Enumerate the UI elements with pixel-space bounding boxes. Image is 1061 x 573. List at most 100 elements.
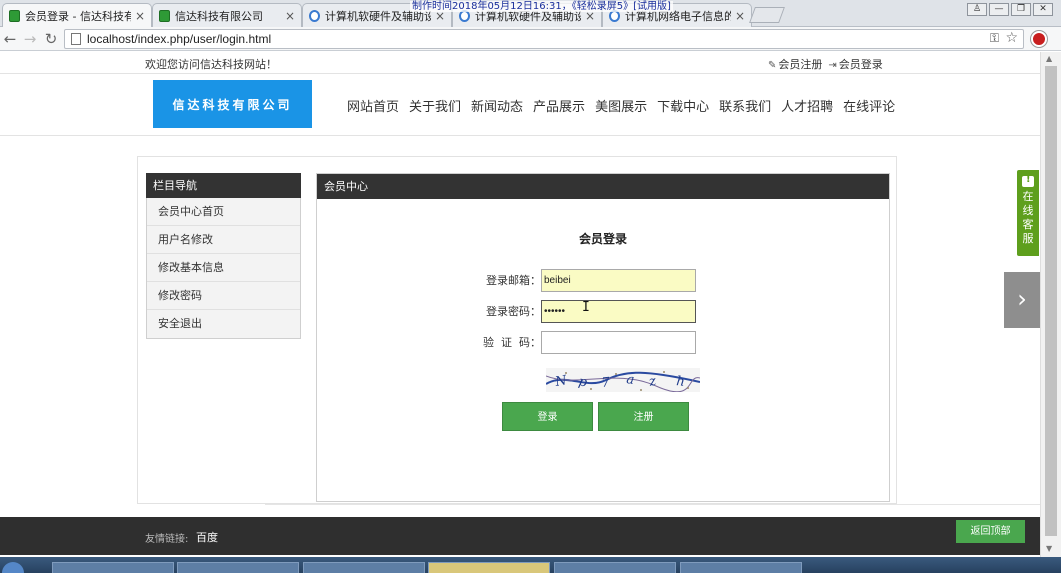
password-field[interactable]: •••••• <box>541 299 696 323</box>
top-links: ✎ 会员注册 ⇥ 会员登录 <box>768 56 883 72</box>
back-arrow-icon[interactable]: ← <box>2 30 18 48</box>
taskbar-app[interactable] <box>177 562 299 573</box>
sidebar-list: 会员中心首页 用户名修改 修改基本信息 修改密码 安全退出 <box>146 198 301 339</box>
new-tab-button[interactable] <box>749 7 785 23</box>
service-char: 客 <box>1022 218 1034 231</box>
email-row: 登录邮箱： beibei <box>483 268 696 292</box>
svg-text:h: h <box>676 374 686 390</box>
main-nav: 网站首页 关于我们 新闻动态 产品展示 美图展示 下载中心 联系我们 人才招聘 … <box>347 96 895 115</box>
scroll-up-icon[interactable]: ▲ <box>1046 54 1052 63</box>
forward-arrow-icon[interactable]: → <box>22 30 38 48</box>
sidebar-item-member-home[interactable]: 会员中心首页 <box>147 198 300 226</box>
user-icon[interactable]: ♙ <box>967 3 987 16</box>
browser-tab-bar: 会员登录 - 信达科技有限 × 信达科技有限公司 × 计算机软硬件及辅助设备 ×… <box>0 0 1061 28</box>
service-char: 在 <box>1022 190 1034 203</box>
taskbar-app[interactable] <box>428 562 550 573</box>
start-button-icon[interactable] <box>2 562 24 573</box>
tab-title: 信达科技有限公司 <box>175 9 263 23</box>
sidebar-item-edit-password[interactable]: 修改密码 <box>147 282 300 310</box>
sidebar-item-logout[interactable]: 安全退出 <box>147 310 300 338</box>
panel-title: 会员中心 <box>317 174 889 199</box>
email-label: 登录邮箱： <box>486 274 541 287</box>
login-link[interactable]: ⇥ 会员登录 <box>828 56 882 72</box>
site-logo[interactable]: 信达科技有限公司 <box>153 80 312 128</box>
address-url[interactable]: localhost/index.php/user/login.html <box>87 32 271 46</box>
tab-close-icon[interactable]: × <box>285 9 295 23</box>
browser-tab-home[interactable]: 信达科技有限公司 × <box>152 3 302 27</box>
divider <box>265 504 1040 505</box>
key-icon[interactable]: ⚿ <box>990 31 999 46</box>
web-page: 欢迎您访问信达科技网站！ ✎ 会员注册 ⇥ 会员登录 信达科技有限公司 网站首页 关… <box>0 52 1040 557</box>
reload-icon[interactable]: ↻ <box>43 30 59 48</box>
minimize-icon[interactable]: — <box>989 3 1009 16</box>
edit-icon: ✎ <box>768 60 777 71</box>
page-scrollbar[interactable]: ▲ ▼ <box>1040 52 1061 557</box>
login-button[interactable]: 登录 <box>502 402 593 431</box>
register-link-label: 会员注册 <box>778 58 823 71</box>
taskbar-app[interactable] <box>52 562 174 573</box>
sidebar-item-edit-username[interactable]: 用户名修改 <box>147 226 300 254</box>
captcha-row: 验 证 码： <box>483 330 696 354</box>
online-service-widget[interactable]: 在 线 客 服 <box>1017 170 1039 256</box>
top-strip: 欢迎您访问信达科技网站！ ✎ 会员注册 ⇥ 会员登录 <box>0 52 1040 74</box>
svg-text:N: N <box>553 373 568 390</box>
nav-item-news[interactable]: 新闻动态 <box>471 96 523 115</box>
service-char: 线 <box>1022 204 1034 217</box>
captcha-field[interactable] <box>541 330 696 354</box>
nav-item-downloads[interactable]: 下载中心 <box>657 96 709 115</box>
content-box: 栏目导航 会员中心首页 用户名修改 修改基本信息 修改密码 安全退出 会员中心 … <box>137 156 897 504</box>
svg-text:a: a <box>625 372 635 388</box>
bookmark-star-icon[interactable]: ☆ <box>1005 30 1018 46</box>
taskbar-app[interactable] <box>554 562 676 573</box>
scroll-down-icon[interactable]: ▼ <box>1046 544 1052 553</box>
nav-item-jobs[interactable]: 人才招聘 <box>781 96 833 115</box>
member-center-panel: 会员中心 会员登录 登录邮箱： beibei 登录密码： •••••• I 验 … <box>316 173 890 502</box>
register-button[interactable]: 注册 <box>598 402 689 431</box>
login-icon: ⇥ <box>828 60 837 71</box>
sidebar-item-edit-info[interactable]: 修改基本信息 <box>147 254 300 282</box>
page-favicon-icon <box>9 10 20 22</box>
taskbar-app[interactable] <box>303 562 425 573</box>
address-bar[interactable]: localhost/index.php/user/login.html ⚿ ☆ <box>64 29 1024 49</box>
maximize-icon[interactable]: ❐ <box>1011 3 1031 16</box>
recording-watermark: 制作时间2018年05月12日16:31，《轻松录屏5》[试用版] <box>410 1 673 12</box>
captcha-label: 验 证 码： <box>483 336 541 349</box>
nav-item-gallery[interactable]: 美图展示 <box>595 96 647 115</box>
back-to-top-button[interactable]: 返回顶部 <box>956 520 1025 543</box>
svg-text:z: z <box>647 374 658 390</box>
captcha-image[interactable]: N p 7 a z h <box>546 368 700 392</box>
chevron-right-icon[interactable]: › <box>1004 272 1040 328</box>
tab-title: 会员登录 - 信达科技有限 <box>25 10 131 23</box>
text-cursor-icon: I <box>582 300 590 315</box>
os-taskbar <box>0 557 1061 573</box>
sidebar: 栏目导航 会员中心首页 用户名修改 修改基本信息 修改密码 安全退出 <box>146 173 301 339</box>
page-favicon-icon <box>159 9 170 22</box>
browser-toolbar: ← → ↻ localhost/index.php/user/login.htm… <box>0 27 1061 51</box>
nav-item-products[interactable]: 产品展示 <box>533 96 585 115</box>
login-form-title: 会员登录 <box>578 232 627 246</box>
browser-tab-login[interactable]: 会员登录 - 信达科技有限 × <box>2 3 152 28</box>
password-label: 登录密码： <box>486 305 541 318</box>
extension-icon[interactable] <box>1031 31 1047 47</box>
globe-icon <box>309 9 320 22</box>
service-char: 服 <box>1022 232 1034 245</box>
page-info-icon[interactable] <box>71 33 81 45</box>
nav-item-home[interactable]: 网站首页 <box>347 96 399 115</box>
scrollbar-thumb[interactable] <box>1045 66 1057 536</box>
nav-item-about[interactable]: 关于我们 <box>409 96 461 115</box>
friend-links-label: 友情链接: <box>145 534 189 545</box>
welcome-text: 欢迎您访问信达科技网站！ <box>145 58 277 71</box>
taskbar-app[interactable] <box>680 562 802 573</box>
tab-close-icon[interactable]: × <box>735 9 745 23</box>
register-link[interactable]: ✎ 会员注册 <box>768 56 822 72</box>
email-field[interactable]: beibei <box>541 268 696 292</box>
friend-link-baidu[interactable]: 百度 <box>196 529 218 545</box>
site-footer: 友情链接: 百度 返回顶部 <box>0 517 1040 555</box>
captcha-noise-graphic: N p 7 a z h <box>546 371 700 392</box>
close-window-icon[interactable]: ✕ <box>1033 3 1053 16</box>
nav-item-contact[interactable]: 联系我们 <box>719 96 771 115</box>
site-header: 信达科技有限公司 网站首页 关于我们 新闻动态 产品展示 美图展示 下载中心 联… <box>0 74 1040 136</box>
tab-close-icon[interactable]: × <box>135 9 145 23</box>
nav-item-comments[interactable]: 在线评论 <box>843 96 895 115</box>
window-controls: ♙ — ❐ ✕ <box>967 3 1053 16</box>
